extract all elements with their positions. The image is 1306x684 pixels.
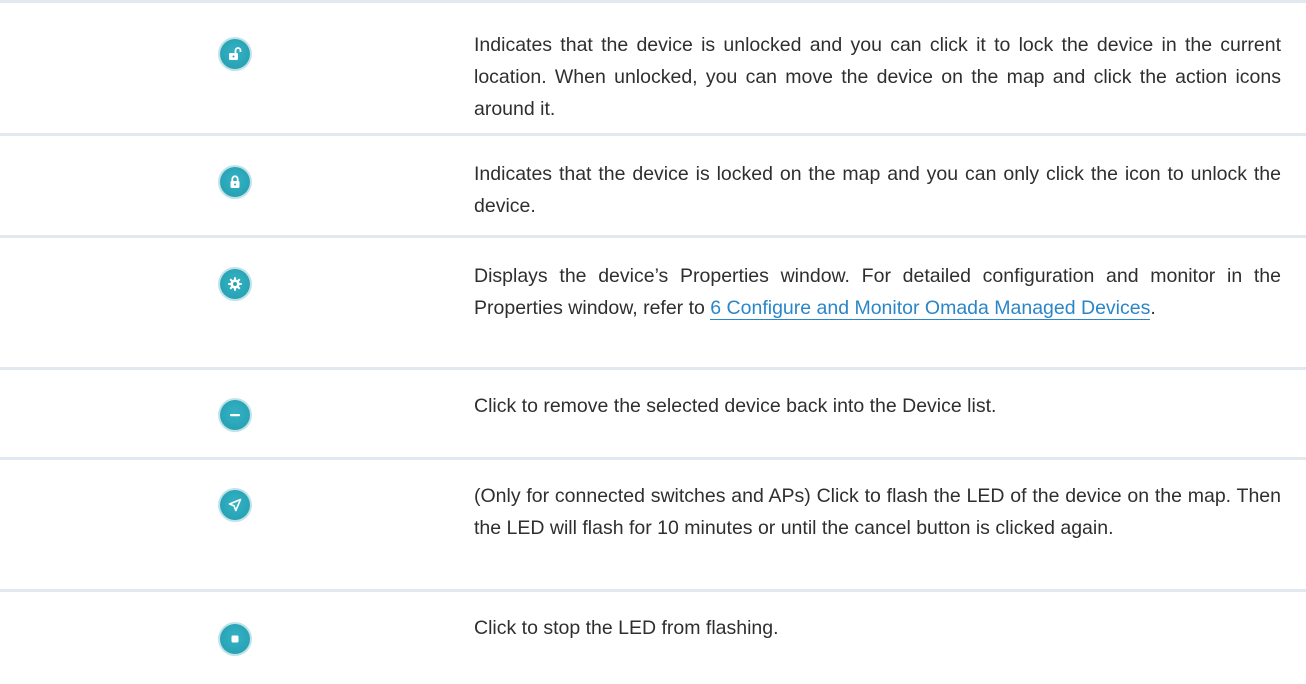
lock-icon[interactable]	[220, 167, 250, 197]
row-description-text-end: .	[1150, 297, 1156, 319]
icon-description-table: Indicates that the device is unlocked an…	[0, 0, 1306, 684]
icon-cell	[0, 460, 474, 589]
icon-cell	[0, 592, 474, 684]
row-description: Click to stop the LED from flashing.	[474, 617, 779, 639]
locate-arrow-icon[interactable]	[220, 490, 250, 520]
row-description: Displays the device’s Properties window.…	[474, 238, 1306, 367]
gear-icon[interactable]	[220, 269, 250, 299]
icon-cell	[0, 238, 474, 367]
table-row: Click to stop the LED from flashing.	[0, 592, 1306, 684]
minus-icon[interactable]	[220, 400, 250, 430]
table-row: Indicates that the device is unlocked an…	[0, 3, 1306, 136]
row-description: Indicates that the device is locked on t…	[474, 163, 1281, 217]
stop-icon[interactable]	[220, 624, 250, 654]
row-description: Click to remove the selected device back…	[474, 395, 997, 417]
table-row: (Only for connected switches and APs) Cl…	[0, 460, 1306, 592]
table-row: Displays the device’s Properties window.…	[0, 238, 1306, 370]
icon-cell	[0, 3, 474, 133]
row-description: (Only for connected switches and APs) Cl…	[474, 485, 1281, 539]
row-description: Indicates that the device is unlocked an…	[474, 34, 1281, 120]
table-row: Indicates that the device is locked on t…	[0, 136, 1306, 238]
table-row: Click to remove the selected device back…	[0, 370, 1306, 460]
unlock-icon[interactable]	[220, 39, 250, 69]
icon-cell	[0, 370, 474, 457]
icon-cell	[0, 136, 474, 235]
cross-reference-link[interactable]: 6 Configure and Monitor Omada Managed De…	[710, 297, 1151, 320]
